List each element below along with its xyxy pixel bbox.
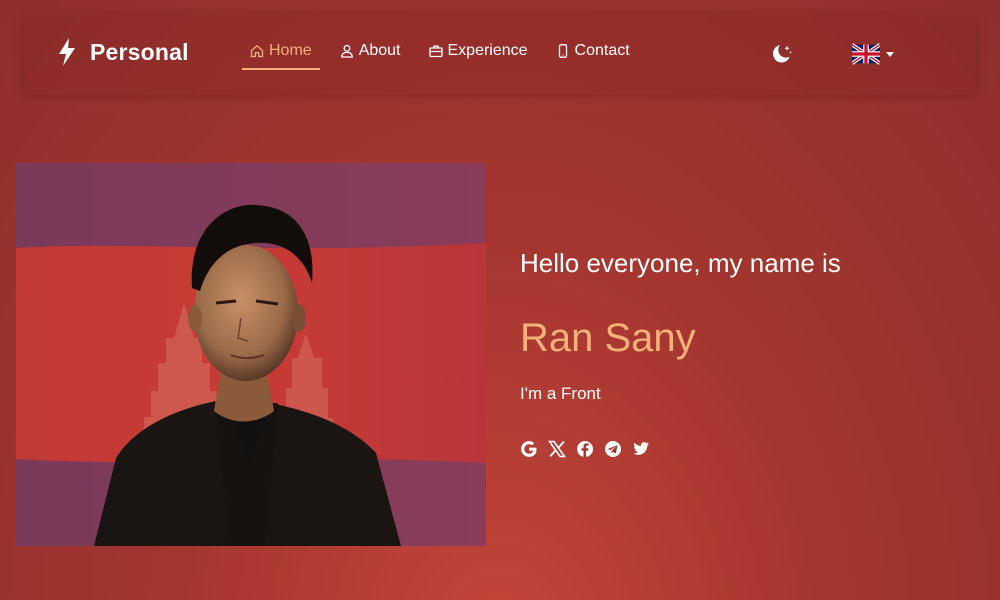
briefcase-icon xyxy=(428,45,443,58)
facebook-icon xyxy=(577,441,593,457)
nav-item-about[interactable]: About xyxy=(340,42,401,68)
home-icon xyxy=(250,44,264,58)
nav-item-contact[interactable]: Contact xyxy=(556,42,630,68)
role-text: I'm a Front xyxy=(520,384,601,403)
x-icon xyxy=(548,440,566,458)
nav-item-label: Home xyxy=(269,42,312,59)
nav-links: Home About Experience Contact xyxy=(242,42,658,70)
person-name: Ran Sany xyxy=(520,316,696,360)
theme-toggle-button[interactable] xyxy=(770,42,794,66)
phone-icon xyxy=(558,44,567,58)
telegram-link[interactable] xyxy=(604,439,622,459)
navbar: Personal Home About Experience Contact xyxy=(24,14,976,94)
user-icon xyxy=(340,44,353,58)
google-icon xyxy=(521,441,537,457)
x-link[interactable] xyxy=(548,439,566,459)
nav-item-label: About xyxy=(358,42,401,59)
facebook-link[interactable] xyxy=(576,439,594,459)
nav-item-label: Experience xyxy=(447,42,528,59)
uk-flag-icon xyxy=(852,43,880,65)
chevron-down-icon xyxy=(886,51,894,57)
nav-item-experience[interactable]: Experience xyxy=(428,42,528,68)
twitter-icon xyxy=(633,442,649,455)
profile-photo-cambodia-flag xyxy=(16,163,486,546)
telegram-icon xyxy=(605,441,621,457)
intro-text: Hello everyone, my name is xyxy=(520,248,841,278)
social-links xyxy=(520,439,650,459)
twitter-link[interactable] xyxy=(632,439,650,459)
profile-photo xyxy=(16,163,486,546)
moon-stars-icon xyxy=(773,45,792,63)
lightning-bolt-icon xyxy=(59,38,75,66)
language-select[interactable] xyxy=(852,43,894,65)
brand-name: Personal xyxy=(90,38,189,65)
nav-item-label: Contact xyxy=(574,42,630,59)
google-link[interactable] xyxy=(520,439,538,459)
nav-item-home[interactable]: Home xyxy=(242,42,320,70)
brand-logo[interactable]: Personal xyxy=(58,38,189,66)
